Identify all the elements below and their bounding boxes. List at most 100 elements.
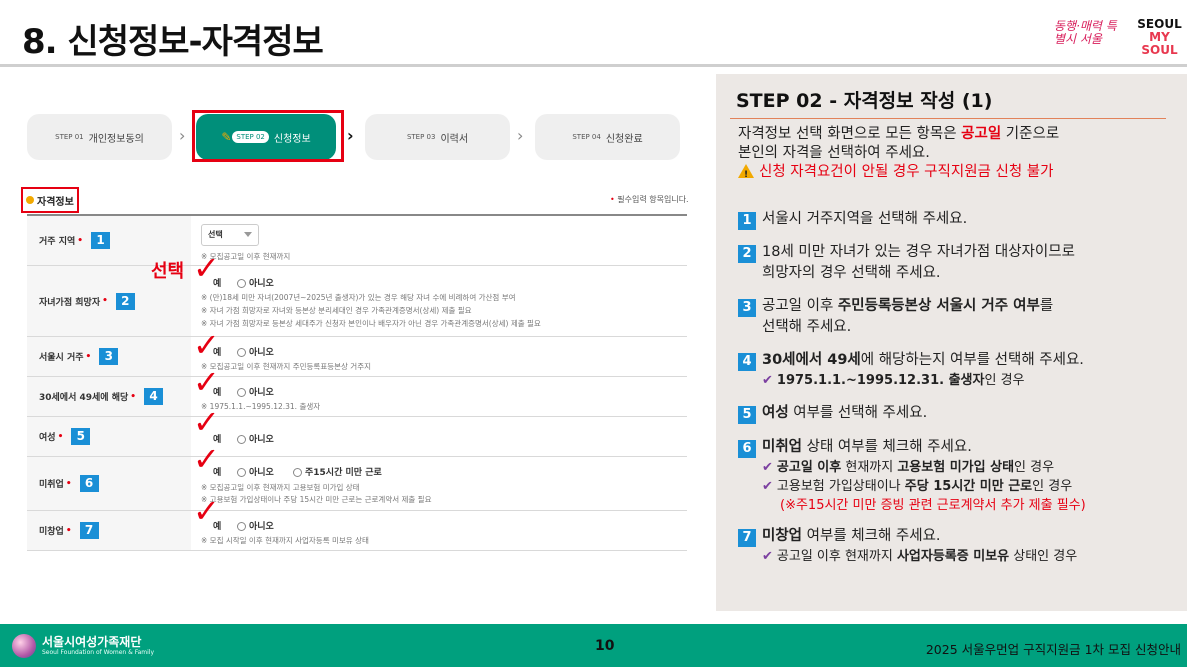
item-bold: 사업자등록증 미보유 — [896, 549, 1010, 564]
radio-no-label: 아니오 — [249, 348, 274, 358]
step-badge: 2 — [115, 292, 135, 310]
chevron-right-icon: › — [347, 126, 354, 145]
logo-line-2: MY SOUL — [1141, 30, 1178, 57]
item-text: 고용보험 가입상태이나 — [776, 479, 905, 494]
row-label-text: 자녀가점 희망자 — [39, 297, 101, 308]
item-bold: 여성 — [762, 405, 789, 421]
row-label-text: 여성 — [39, 433, 56, 443]
step-1-label: 개인정보동의 — [88, 133, 144, 145]
bullet-icon — [26, 196, 34, 204]
step-1-tab[interactable]: STEP 01 개인정보동의 — [27, 114, 172, 160]
foundation-logo-icon — [12, 634, 36, 658]
item-badge: 2 — [738, 245, 756, 263]
row-label-text: 서울시 거주 — [39, 353, 84, 363]
instruction-item-7: 7 미창업 여부를 체크해 주세요. ✔ 공고일 이후 현재까지 사업자등록증 미보… — [738, 526, 1178, 566]
row-value: 예 아니오 주15시간 미만 근로 ※ 모집공고일 이후 현재까지 고용보험 미… — [201, 457, 687, 510]
instruction-item-2: 2 18세 미만 자녀가 있는 경우 자녀가점 대상자이므로 희망자의 경우 선택… — [738, 242, 1178, 283]
chevron-right-icon: › — [517, 126, 524, 145]
item-text: 여부를 체크해 주세요. — [802, 528, 941, 544]
item-bold: 고용보험 미가입 상태 — [897, 460, 1015, 475]
intro-line-2: 본인의 자격을 선택하여 주세요. — [738, 145, 930, 161]
item-bold: 주민등록등본상 서울시 거주 여부 — [837, 298, 1040, 314]
row-label-text: 30세에서 49세에 해당 — [39, 393, 129, 403]
footer: 서울시여성가족재단 Seoul Foundation of Women & Fa… — [0, 624, 1187, 667]
row-label-text: 미취업 — [39, 480, 64, 490]
row-label: 여성 • 5 — [27, 417, 191, 456]
item-text: 18세 미만 자녀가 있는 경우 자녀가점 대상자이므로 — [762, 244, 1075, 260]
row-label: 서울시 거주 • 3 — [27, 337, 191, 376]
step-3-tab[interactable]: STEP 03 이력서 — [365, 114, 510, 160]
row-value: 예 아니오 ※ (만)18세 미만 자녀(2007년~2025년 출생자)가 있… — [201, 266, 687, 336]
radio-no[interactable]: 아니오 — [237, 276, 274, 289]
warning-text: 신청 자격요건이 안될 경우 구직지원금 신청 불가 — [759, 164, 1054, 180]
radio-circle — [237, 435, 246, 444]
radio-no[interactable]: 아니오 — [237, 345, 274, 358]
required-star: • — [65, 525, 72, 536]
section-label-text: 자격정보 — [37, 196, 74, 208]
radio-no[interactable]: 아니오 — [237, 432, 274, 445]
item-text: 를 — [1039, 298, 1054, 314]
item-red-note: (※주15시간 미만 증빙 관련 근로계약서 추가 제출 필수) — [780, 498, 1086, 513]
radio-no-label: 아니오 — [249, 388, 274, 398]
row-value: 선택 ※ 모집공고일 이후 현재까지 — [201, 216, 687, 265]
intro-text: 자격정보 선택 화면으로 모든 항목은 — [738, 126, 962, 142]
page-number: 10 — [595, 638, 615, 654]
step-badge: 6 — [79, 475, 99, 492]
row-value: 예 아니오 ※ 1975.1.1.~1995.12.31. 출생자 — [201, 377, 687, 416]
select-annotation: 선택 — [151, 261, 185, 282]
section-label: 자격정보 — [21, 187, 79, 213]
warning-icon — [738, 164, 754, 185]
item-badge: 1 — [738, 212, 756, 230]
step-badge: 4 — [144, 388, 164, 405]
row-note: ※ 모집 시작일 이후 현재까지 사업자등록 미보유 상태 — [201, 536, 369, 545]
radio-circle — [293, 468, 302, 477]
row-note: ※ 모집공고일 이후 현재까지 주민등록표등본상 거주지 — [201, 362, 372, 371]
item-badge: 4 — [738, 353, 756, 371]
required-star: • — [77, 235, 84, 246]
form-row-child-bonus: 자녀가점 희망자 • 2 예 아니오 ※ (만)18세 미만 자녀(2007년~2… — [27, 266, 687, 337]
item-text: 상태인 경우 — [1009, 549, 1078, 564]
row-label-text: 거주 지역 — [39, 237, 76, 247]
warning-line: 신청 자격요건이 안될 경우 구직지원금 신청 불가 — [738, 163, 1178, 185]
required-star: • — [85, 351, 92, 362]
radio-circle — [237, 279, 246, 288]
row-note: ※ 자녀 가점 희망자로 자녀와 등본상 분리세대인 경우 가족관계증명서(상세… — [201, 306, 472, 315]
row-note: ※ 자녀 가점 희망자로 등본상 세대주가 신청자 본인이나 배우자가 아닌 경… — [201, 319, 541, 328]
radio-no[interactable]: 아니오 — [237, 519, 274, 532]
check-icon: ✔ — [762, 373, 773, 388]
panel-divider — [730, 118, 1166, 119]
item-text: 에 해당하는지 여부를 선택해 주세요. — [860, 352, 1084, 368]
radio-no-label: 아니오 — [249, 435, 274, 445]
step-4-tab[interactable]: STEP 04 신청완료 — [535, 114, 680, 160]
radio-no-label: 아니오 — [249, 522, 274, 532]
row-value: 예 아니오 — [201, 417, 687, 456]
item-sub: ✔ 공고일 이후 현재까지 고용보험 미가입 상태인 경우 — [738, 458, 1178, 477]
item-text: 서울시 거주지역을 선택해 주세요. — [762, 211, 968, 227]
radio-no-label: 아니오 — [249, 279, 274, 289]
red-check-icon: ✓ — [193, 249, 220, 287]
radio-no[interactable]: 아니오 — [237, 385, 274, 398]
footer-doc-title: 2025 서울우먼업 구직지원금 1차 모집 신청안내 — [925, 642, 1181, 657]
radio-no[interactable]: 아니오 — [237, 465, 274, 478]
check-icon: ✔ — [762, 549, 773, 564]
step-1-num: STEP 01 — [55, 133, 84, 141]
chevron-right-icon: › — [179, 126, 186, 145]
red-check-icon: ✓ — [193, 363, 220, 401]
form-row-unemployed: 미취업 • 6 예 아니오 주15시간 미만 근로 ※ 모집공고일 이후 현재까지… — [27, 457, 687, 511]
instruction-item-5: 5 여성 여부를 선택해 주세요. — [738, 403, 1178, 424]
radio-under-15h-label: 주15시간 미만 근로 — [305, 468, 382, 478]
seoul-slogan-logo: 동행·매력 특별시 서울 — [1054, 19, 1117, 46]
red-check-icon: ✓ — [193, 403, 220, 441]
item-bold: 미창업 — [762, 528, 803, 544]
row-note: ※ (만)18세 미만 자녀(2007년~2025년 출생자)가 있는 경우 해… — [201, 293, 516, 302]
radio-under-15h[interactable]: 주15시간 미만 근로 — [293, 465, 382, 478]
intro-line-1: 자격정보 선택 화면으로 모든 항목은 공고일 기준으로 — [738, 125, 1178, 144]
form-row-seoul-resident: 서울시 거주 • 3 예 아니오 ※ 모집공고일 이후 현재까지 주민등록표등본상… — [27, 337, 687, 377]
residence-area-select[interactable]: 선택 — [201, 224, 259, 246]
instruction-item-3: 3 공고일 이후 주민등록등본상 서울시 거주 여부를 선택해 주세요. — [738, 296, 1178, 337]
row-value: 예 아니오 ※ 모집공고일 이후 현재까지 주민등록표등본상 거주지 — [201, 337, 687, 376]
instruction-item-6: 6 미취업 상태 여부를 체크해 주세요. ✔ 공고일 이후 현재까지 고용보험 미… — [738, 437, 1178, 515]
radio-circle — [237, 348, 246, 357]
row-note: ※ 고용보험 가입상태이나 주당 15시간 미만 근로는 근로계약서 제출 필요 — [201, 495, 432, 504]
step-badge: 3 — [99, 348, 119, 365]
